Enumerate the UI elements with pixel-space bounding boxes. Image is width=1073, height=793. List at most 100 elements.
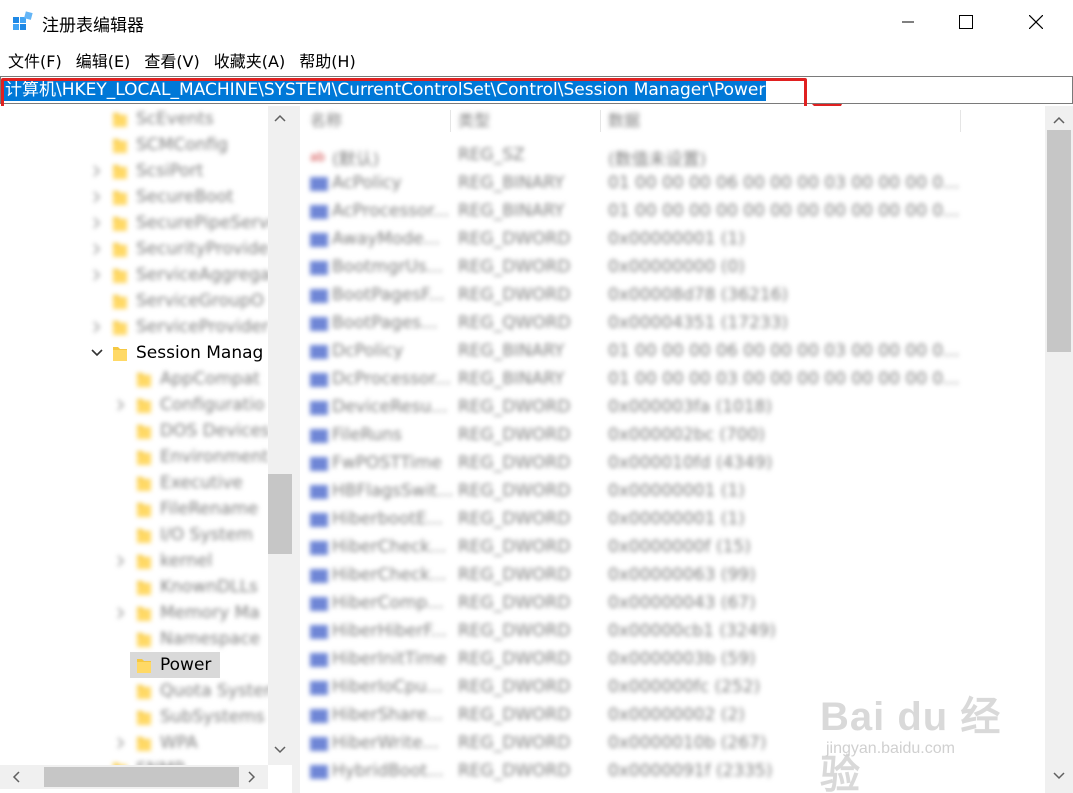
tree-item[interactable]: ServiceProvider <box>0 314 269 340</box>
minimize-button[interactable] <box>879 0 937 44</box>
value-row[interactable]: AcProcessor... REG_BINARY 01 00 00 00 00 0… <box>300 198 1045 226</box>
value-data: 0x000003fa (1018) <box>608 397 773 417</box>
maximize-button[interactable] <box>937 0 995 44</box>
value-data: 01 00 00 00 06 00 00 00 03 00 00 00 0... <box>608 173 960 193</box>
tree-item[interactable]: Power <box>130 652 220 678</box>
value-data: 0x000002bc (700) <box>608 425 766 445</box>
menu-edit[interactable]: 编辑(E) <box>68 46 137 72</box>
tree-item[interactable]: Quota System <box>0 678 280 704</box>
tree-item[interactable]: Session Manag <box>0 340 268 366</box>
value-row[interactable]: AwayMode... REG_DWORD 0x00000001 (1) <box>300 226 1045 254</box>
value-row[interactable]: HiberComp... REG_DWORD 0x00000043 (67) <box>300 590 1045 618</box>
chevron-right-icon[interactable] <box>90 242 104 256</box>
tree-hscroll-thumb[interactable] <box>44 767 239 787</box>
chevron-right-icon[interactable] <box>114 398 128 412</box>
tree-item[interactable]: FileRename <box>0 496 268 522</box>
value-name: (默认) <box>332 150 380 170</box>
tree-item[interactable]: Environment <box>0 444 269 470</box>
column-separator[interactable] <box>600 110 601 132</box>
chevron-right-icon[interactable] <box>90 320 104 334</box>
value-data: 0x000000fc (252) <box>608 677 761 697</box>
tree-item[interactable]: Configuratio <box>0 392 268 418</box>
tree-item[interactable]: Executive <box>0 470 268 496</box>
tree-item[interactable]: SNMP <box>0 756 268 765</box>
scroll-down-icon[interactable] <box>274 746 286 754</box>
tree-scroll-thumb[interactable] <box>268 474 292 554</box>
binary-value-icon <box>309 568 329 584</box>
tree-vertical-scrollbar[interactable] <box>268 106 292 765</box>
tree-item[interactable]: SecurityProvide <box>0 236 269 262</box>
value-row[interactable]: BootPagesF... REG_DWORD 0x00008d78 (36216) <box>300 282 1045 310</box>
registry-tree[interactable]: ScEvents SCMConfig ScsiPort SecureBoot Secur… <box>0 106 292 765</box>
value-row[interactable]: HiberCheck... REG_DWORD 0x00000063 (99) <box>300 562 1045 590</box>
scroll-down-icon[interactable] <box>1053 772 1065 780</box>
chevron-right-icon[interactable] <box>114 736 128 750</box>
value-row[interactable]: DeviceResu... REG_DWORD 0x000003fa (1018) <box>300 394 1045 422</box>
column-separator[interactable] <box>960 110 961 132</box>
values-scroll-thumb[interactable] <box>1047 130 1071 352</box>
tree-item[interactable]: SecureBoot <box>0 184 268 210</box>
column-header-data[interactable]: 数据 <box>608 106 640 136</box>
menu-file[interactable]: 文件(F) <box>0 46 68 72</box>
tree-item-label: SecurePipeServe <box>136 213 280 233</box>
chevron-right-icon[interactable] <box>90 190 104 204</box>
value-row[interactable]: HiberbootE... REG_DWORD 0x00000001 (1) <box>300 506 1045 534</box>
tree-item[interactable]: Namespace <box>0 626 268 652</box>
column-header-name[interactable]: 名称 <box>310 106 342 136</box>
chevron-right-icon[interactable] <box>90 164 104 178</box>
value-data: 0x00008d78 (36216) <box>608 285 789 305</box>
value-row[interactable]: DcProcessor... REG_BINARY 01 00 00 00 03 0… <box>300 366 1045 394</box>
value-row[interactable]: FwPOSTTime REG_DWORD 0x000010fd (4349) <box>300 450 1045 478</box>
chevron-right-icon[interactable] <box>114 606 128 620</box>
chevron-right-icon[interactable] <box>90 268 104 282</box>
close-button[interactable] <box>1007 0 1065 44</box>
value-data: 01 00 00 00 03 00 00 00 00 00 00 00 0... <box>608 369 960 389</box>
tree-item[interactable]: ServiceGroupO <box>0 288 268 314</box>
tree-item[interactable]: WPA <box>0 730 268 756</box>
value-type: REG_DWORD <box>458 593 571 613</box>
folder-icon <box>136 422 152 440</box>
scroll-up-icon[interactable] <box>1053 116 1065 124</box>
menu-favorites[interactable]: 收藏夹(A) <box>206 46 291 72</box>
value-type: REG_DWORD <box>458 481 571 501</box>
value-row[interactable]: AcPolicy REG_BINARY 01 00 00 00 06 00 00 0… <box>300 170 1045 198</box>
tree-item[interactable]: I/O System <box>0 522 268 548</box>
binary-value-icon <box>309 596 329 612</box>
chevron-right-icon[interactable] <box>90 216 104 230</box>
value-row[interactable]: HiberCheck... REG_DWORD 0x0000000f (15) <box>300 534 1045 562</box>
value-data: 0x00000063 (99) <box>608 565 756 585</box>
value-row[interactable]: HiberInitTime REG_DWORD 0x0000003b (59) <box>300 646 1045 674</box>
tree-item[interactable]: KnownDLLs <box>0 574 268 600</box>
value-row[interactable]: HiberHiberF... REG_DWORD 0x00000cb1 (3249) <box>300 618 1045 646</box>
chevron-right-icon[interactable] <box>114 554 128 568</box>
value-row[interactable]: BootmgrUs... REG_DWORD 0x00000000 (0) <box>300 254 1045 282</box>
value-row[interactable]: ab (默认) REG_SZ (数值未设置) <box>300 142 1045 170</box>
tree-item-label: DOS Devices <box>160 421 270 441</box>
tree-item[interactable]: ScEvents <box>0 106 268 132</box>
tree-item[interactable]: SubSystems <box>0 704 268 730</box>
value-row[interactable]: DcPolicy REG_BINARY 01 00 00 00 06 00 00 0… <box>300 338 1045 366</box>
chevron-down-icon[interactable] <box>90 346 104 360</box>
menu-help[interactable]: 帮助(H) <box>291 46 362 72</box>
scroll-up-icon[interactable] <box>274 114 286 122</box>
menu-view[interactable]: 查看(V) <box>136 46 205 72</box>
tree-item[interactable]: SecurePipeServe <box>0 210 279 236</box>
pane-splitter[interactable] <box>292 106 300 793</box>
value-type: REG_BINARY <box>458 173 565 193</box>
column-header-type[interactable]: 类型 <box>458 106 490 136</box>
tree-item[interactable]: SCMConfig <box>0 132 268 158</box>
tree-item[interactable]: Memory Ma <box>0 600 268 626</box>
value-data: 0x00000cb1 (3249) <box>608 621 776 641</box>
value-row[interactable]: BootPages... REG_QWORD 0x00004351 (17233) <box>300 310 1045 338</box>
value-name: HiberShare... <box>332 705 444 725</box>
value-row[interactable]: FileRuns REG_DWORD 0x000002bc (700) <box>300 422 1045 450</box>
column-separator[interactable] <box>450 110 451 132</box>
tree-item[interactable]: ServiceAggrega <box>0 262 270 288</box>
value-row[interactable]: HBFlagsSwit... REG_DWORD 0x00000001 (1) <box>300 478 1045 506</box>
tree-item[interactable]: ScsiPort <box>0 158 268 184</box>
scroll-left-icon[interactable] <box>12 771 20 783</box>
scroll-right-icon[interactable] <box>248 771 256 783</box>
tree-item[interactable]: DOS Devices <box>0 418 270 444</box>
tree-item[interactable]: AppCompat <box>0 366 268 392</box>
tree-item[interactable]: kernel <box>0 548 268 574</box>
